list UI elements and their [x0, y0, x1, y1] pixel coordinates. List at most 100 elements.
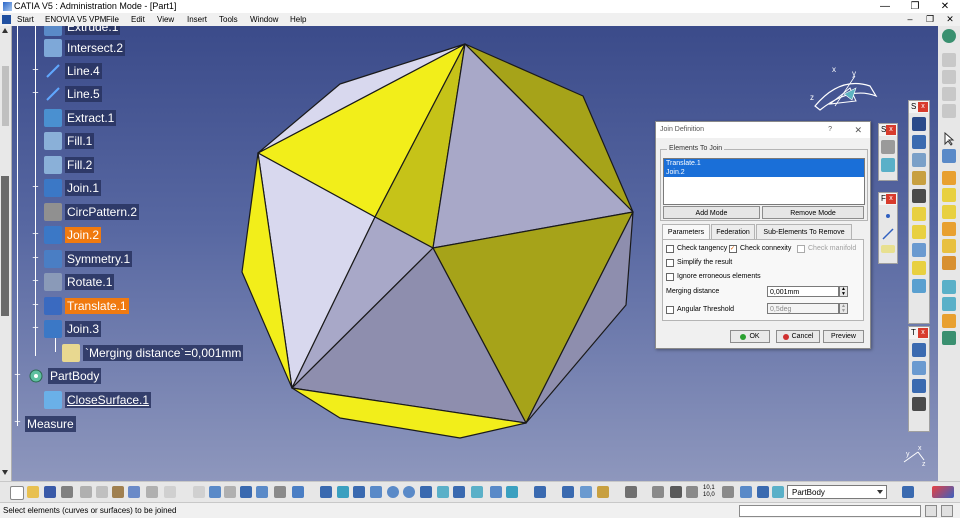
- tree-node-fill2[interactable]: Fill.2: [44, 156, 95, 174]
- select-arrow-icon[interactable]: [942, 131, 956, 146]
- tree-node-partbody[interactable]: PartBody: [27, 367, 102, 385]
- toolbar-tool-icon[interactable]: [562, 486, 574, 498]
- collapse-icon[interactable]: −: [13, 370, 22, 381]
- status-button[interactable]: [925, 505, 937, 517]
- collapse-icon[interactable]: −: [31, 323, 40, 334]
- zoom-out-icon[interactable]: [403, 486, 415, 498]
- expand-icon[interactable]: +: [13, 417, 22, 428]
- menu-view[interactable]: View: [157, 13, 174, 26]
- toolbar-tool-icon[interactable]: [670, 486, 682, 498]
- toolbar-tool-icon[interactable]: [652, 486, 664, 498]
- floating-toolbar-4[interactable]: Tx: [908, 326, 930, 432]
- toolbar-close-icon[interactable]: x: [918, 102, 928, 112]
- normal-view-icon[interactable]: [420, 486, 432, 498]
- toolbar-tool-icon[interactable]: [942, 314, 956, 328]
- line-tool-icon[interactable]: [881, 227, 895, 241]
- plane-icon[interactable]: [881, 245, 895, 253]
- toolbar-tool-icon[interactable]: [912, 397, 926, 411]
- rotate-view-icon[interactable]: [370, 486, 382, 498]
- save-icon[interactable]: [44, 486, 56, 498]
- menu-start[interactable]: Start: [17, 13, 34, 26]
- tree-node-merging-distance[interactable]: `Merging distance`=0,001mm: [62, 344, 244, 362]
- toolbar-tool-icon[interactable]: [942, 188, 956, 202]
- compass-widget[interactable]: x y z: [810, 66, 880, 111]
- toolbar-tool-icon[interactable]: [912, 207, 926, 221]
- tree-node-rotate[interactable]: Rotate.1: [44, 273, 115, 291]
- dialog-title-bar[interactable]: Join Definition ? ✕: [656, 122, 870, 138]
- toolbar-tool-icon[interactable]: [722, 486, 734, 498]
- merging-distance-field[interactable]: 0,001mm: [767, 286, 839, 297]
- dialog-close-button[interactable]: ✕: [854, 122, 862, 138]
- toolbar-tool-icon[interactable]: [686, 486, 698, 498]
- sketch-icon[interactable]: [912, 117, 926, 131]
- fly-mode-icon[interactable]: [320, 486, 332, 498]
- elements-list[interactable]: Translate.1 Join.2: [663, 158, 865, 205]
- toolbar-tool-icon[interactable]: [912, 153, 926, 167]
- tree-node-measure[interactable]: Measure: [25, 415, 76, 433]
- restore-button[interactable]: ❐: [900, 0, 930, 13]
- fit-all-icon[interactable]: [337, 486, 349, 498]
- toolbar-tool-icon[interactable]: [256, 486, 268, 498]
- new-icon[interactable]: [10, 486, 24, 500]
- toolbar-tool-icon[interactable]: [942, 280, 956, 294]
- shading-icon[interactable]: [471, 486, 483, 498]
- toolbar-tool-icon[interactable]: [942, 104, 956, 118]
- toolbar-tool-icon[interactable]: [292, 486, 304, 498]
- tab-sub-elements[interactable]: Sub-Elements To Remove: [756, 224, 852, 239]
- floating-toolbar-2[interactable]: Fx: [878, 192, 898, 264]
- toolbar-tool-icon[interactable]: [912, 343, 926, 357]
- knowledge-icon[interactable]: [209, 486, 221, 498]
- doc-close-button[interactable]: ✕: [940, 13, 960, 26]
- expand-icon[interactable]: +: [31, 253, 40, 264]
- toolbar-tool-icon[interactable]: [912, 135, 926, 149]
- toolbar-tool-icon[interactable]: [942, 222, 956, 236]
- toolbar-tool-icon[interactable]: [912, 279, 926, 293]
- cut-icon[interactable]: [80, 486, 92, 498]
- minimize-button[interactable]: —: [870, 0, 900, 13]
- toolbar-tool-icon[interactable]: [942, 256, 956, 270]
- tree-node-extract[interactable]: Extract.1: [44, 109, 117, 127]
- hide-show-icon[interactable]: [490, 486, 502, 498]
- cancel-button[interactable]: Cancel: [776, 330, 820, 343]
- toolbar-tool-icon[interactable]: [534, 486, 546, 498]
- toolbar-tool-icon[interactable]: [902, 486, 914, 498]
- toolbar-tool-icon[interactable]: [912, 225, 926, 239]
- print-icon[interactable]: [61, 486, 73, 498]
- paste-icon[interactable]: [112, 486, 124, 498]
- toolbar-tool-icon[interactable]: [597, 486, 609, 498]
- close-button[interactable]: ✕: [930, 0, 960, 13]
- add-mode-button[interactable]: Add Mode: [663, 206, 760, 219]
- tree-node-extrude[interactable]: Extrude.1: [44, 26, 121, 36]
- pan-icon[interactable]: [353, 486, 365, 498]
- toolbar-tool-icon[interactable]: [625, 486, 637, 498]
- tree-node-line4[interactable]: Line.4: [44, 62, 102, 80]
- menu-insert[interactable]: Insert: [187, 13, 207, 26]
- tree-node-join1[interactable]: Join.1: [44, 179, 102, 197]
- current-body-select[interactable]: PartBody: [787, 485, 887, 499]
- toolbar-tool-icon[interactable]: [240, 486, 252, 498]
- ignore-erroneous-checkbox[interactable]: Ignore erroneous elements: [666, 272, 761, 281]
- swap-visible-icon[interactable]: [506, 486, 518, 498]
- toolbar-close-icon[interactable]: x: [886, 194, 896, 204]
- floating-toolbar-3[interactable]: Sx: [908, 100, 930, 324]
- toolbar-tool-icon[interactable]: [942, 297, 956, 311]
- point-icon[interactable]: [881, 209, 895, 223]
- command-input[interactable]: [739, 505, 921, 517]
- doc-restore-button[interactable]: ❐: [920, 13, 940, 26]
- expand-icon[interactable]: +: [31, 300, 40, 311]
- undo-icon[interactable]: [128, 486, 140, 498]
- ok-button[interactable]: OK: [730, 330, 770, 343]
- toolbar-tool-icon[interactable]: [912, 171, 926, 185]
- menu-file[interactable]: File: [106, 13, 119, 26]
- menu-edit[interactable]: Edit: [131, 13, 145, 26]
- formula-icon[interactable]: [193, 486, 205, 498]
- toolbar-tool-icon[interactable]: [580, 486, 592, 498]
- toolbar-tool-icon[interactable]: [912, 243, 926, 257]
- whats-this-icon[interactable]: [164, 486, 176, 498]
- tree-node-join2[interactable]: Join.2: [44, 226, 102, 244]
- toolbar-tool-icon[interactable]: [274, 486, 286, 498]
- toolbar-tool-icon[interactable]: [224, 486, 236, 498]
- preview-button[interactable]: Preview: [823, 330, 864, 343]
- zoom-in-icon[interactable]: [387, 486, 399, 498]
- toolbar-tool-icon[interactable]: [881, 158, 895, 172]
